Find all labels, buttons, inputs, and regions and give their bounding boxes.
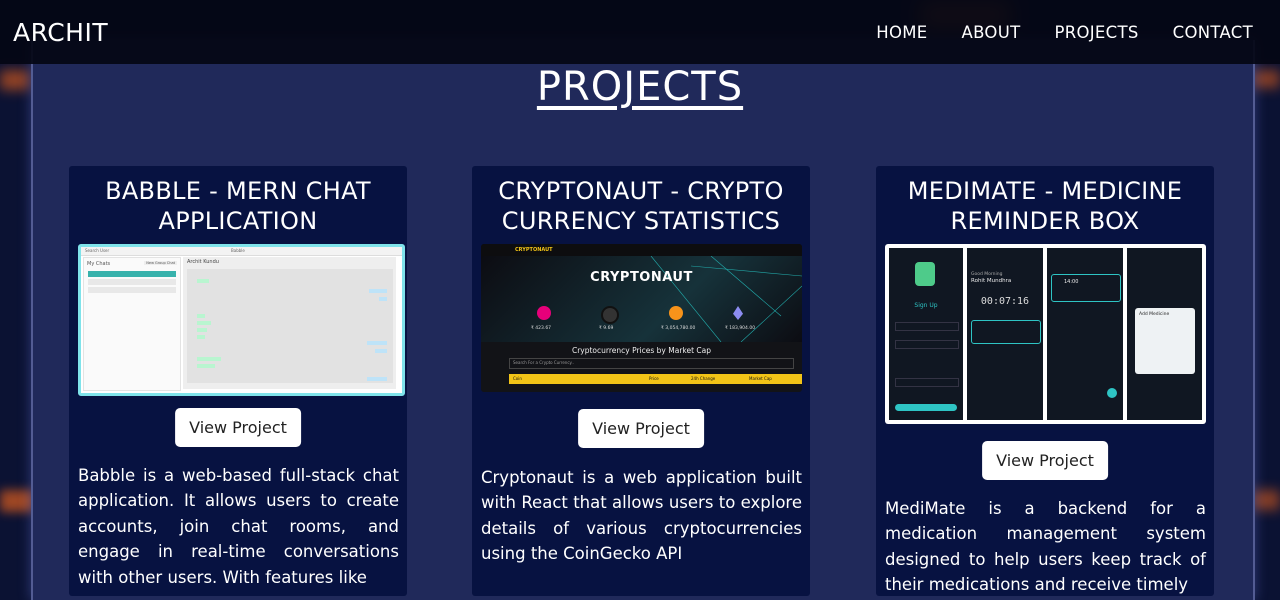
screenshot-chat-item [88, 287, 176, 293]
background-glow [1252, 490, 1280, 510]
screenshot-new-group: New Group Chat [144, 261, 177, 265]
screenshot-topbar: Search User Babble [81, 247, 402, 256]
medicine-icon [915, 262, 935, 286]
screenshot-sidebar: My Chats New Group Chat [83, 257, 181, 391]
nav-projects[interactable]: PROJECTS [1054, 23, 1138, 42]
view-project-button[interactable]: View Project [982, 441, 1108, 480]
project-title: MEDIMATE - MEDICINE REMINDER BOX [907, 177, 1183, 235]
screenshot-messages [187, 269, 393, 383]
project-description: MediMate is a backend for a medication m… [885, 499, 1206, 595]
project-card-medimate: MEDIMATE - MEDICINE REMINDER BOX Sign Up… [876, 166, 1214, 596]
project-title: BABBLE - MERN CHAT APPLICATION [105, 177, 371, 235]
screenshot-search: Search For a Crypto Currency.. [509, 358, 794, 369]
phone-screen: 14:00 [1047, 248, 1123, 420]
project-screenshot-cryptonaut[interactable]: CRYPTONAUT CRYPTONAUT ₹ 423.67 ₹ 9.69 ₹ … [481, 244, 802, 392]
main-nav: HOME ABOUT PROJECTS CONTACT [842, 23, 1253, 42]
screenshot-brand: CRYPTONAUT [515, 247, 553, 253]
screenshot-chat-header: Archit Kundu [187, 259, 219, 265]
dot-coin-icon [537, 306, 551, 320]
view-project-button[interactable]: View Project [578, 409, 704, 448]
project-title: CRYPTONAUT - CRYPTO CURRENCY STATISTICS [498, 177, 784, 235]
phone-screen: Add Medicine [1127, 248, 1202, 420]
page-title: PROJECTS [536, 64, 744, 110]
coin-price: ₹ 3,054,780.00 [661, 326, 696, 331]
nav-about[interactable]: ABOUT [962, 23, 1021, 42]
screenshot-search-label: Search User [85, 248, 110, 253]
nav-contact[interactable]: CONTACT [1173, 23, 1253, 42]
project-card-cryptonaut: CRYPTONAUT - CRYPTO CURRENCY STATISTICS … [472, 166, 810, 596]
screenshot-chat-area: Archit Kundu [183, 257, 396, 389]
project-card-babble: BABBLE - MERN CHAT APPLICATION Search Us… [69, 166, 407, 596]
project-screenshot-medimate[interactable]: Sign Up Good Morning Rohit Mundhra 00:07… [885, 244, 1206, 424]
project-screenshot-babble[interactable]: Search User Babble My Chats New Group Ch… [78, 244, 405, 396]
screenshot-app-title: Babble [231, 248, 245, 253]
coin-price: ₹ 423.67 [531, 326, 552, 331]
screenshot-tagline: Cryptocurrency Prices by Market Cap [571, 346, 712, 355]
site-logo[interactable]: ARCHIT [13, 18, 108, 47]
coin-price: ₹ 183,904.00 [725, 326, 756, 331]
screenshot-hero-title: CRYPTONAUT [590, 270, 693, 285]
xlm-coin-icon [601, 306, 619, 324]
btc-coin-icon [669, 306, 683, 320]
phone-screen: Good Morning Rohit Mundhra 00:07:16 [967, 248, 1043, 420]
project-description: Cryptonaut is a web application built wi… [481, 468, 802, 564]
background-glow [0, 490, 34, 512]
project-description: Babble is a web-based full-stack chat ap… [78, 466, 399, 587]
screenshot-table-header: Coin Price 24h Change Market Cap [509, 374, 802, 384]
phone-screen: Sign Up [889, 248, 963, 420]
screenshot-hero: CRYPTONAUT ₹ 423.67 ₹ 9.69 ₹ 3,054,780.0… [481, 256, 802, 342]
coin-price: ₹ 9.69 [599, 326, 614, 331]
screenshot-sidebar-title: My Chats [87, 261, 111, 267]
screenshot-chat-item [88, 271, 176, 277]
nav-home[interactable]: HOME [876, 23, 927, 42]
navbar: ARCHIT HOME ABOUT PROJECTS CONTACT [0, 0, 1280, 64]
screenshot-chat-item [88, 279, 176, 285]
view-project-button[interactable]: View Project [175, 408, 301, 447]
screenshot-topbar: CRYPTONAUT [481, 244, 802, 256]
